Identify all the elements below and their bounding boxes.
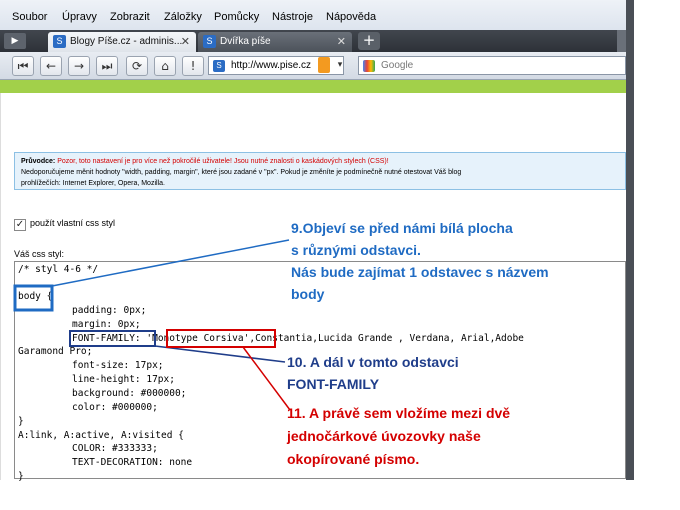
menu-bar: Soubor Úpravy Zobrazit Záložky Pomůcky N… [0,0,626,30]
rss-icon[interactable] [318,57,330,73]
code-line: line-height: 17px; [72,374,175,385]
css-style-label: Váš css styl: [14,249,65,259]
annotation-9-line3: Nás bude zajímat 1 odstavec s názvem [291,264,549,280]
tab-blogy[interactable]: S Blogy Píše.cz - adminis... ✕ [48,32,196,52]
font-name-value: Monotype Corsiva [152,333,244,344]
window-scrollbar[interactable] [626,0,634,480]
annotation-11-line1: 11. A právě sem vložíme mezi dvě [287,405,511,421]
code-line: font-size: 17px; [72,360,164,371]
menu-bookmarks[interactable]: Záložky [164,11,202,23]
menu-file[interactable]: Soubor [12,11,47,23]
info-icon[interactable]: ! [182,56,204,76]
warning-title: Průvodce: [21,158,56,165]
menu-edit[interactable]: Úpravy [62,11,97,23]
annotation-9-line2: s různými odstavci. [291,242,421,258]
warning-line-2: Nedoporučujeme měnit hodnoty "width, pad… [21,169,462,176]
search-placeholder: Google [381,60,414,71]
code-line: TEXT-DECORATION: none [72,457,193,468]
annotation-10-line1: 10. A dál v tomto odstavci [287,354,459,370]
menu-help[interactable]: Nápověda [326,11,376,23]
code-line: Garamond Pro; [18,346,93,357]
guide-warning-box: Průvodce: Pozor, toto nastavení je pro v… [14,152,626,190]
code-line: COLOR: #333333; [72,443,158,454]
last-page-icon[interactable]: ⏭ [96,56,118,76]
code-line: color: #000000; [72,402,158,413]
warning-line-3: prohlížečích: Internet Explorer, Opera, … [21,180,165,187]
tab-bar: ▶ S Blogy Píše.cz - adminis... ✕ S Dvířk… [0,30,626,52]
close-icon[interactable]: ✕ [181,35,190,48]
google-icon [363,60,375,72]
tab-dvirka[interactable]: S Dvířka píše ✕ [198,32,352,52]
code-line: background: #000000; [72,388,187,399]
forward-icon[interactable]: → [68,56,90,76]
annotation-10-line2: FONT-FAMILY [287,376,380,392]
annotation-11-line3: okopírované písmo. [287,451,420,467]
first-page-icon[interactable]: ⏮ [12,56,34,76]
annotation-11-line2: jednočárkové úvozovky naše [287,428,481,444]
reload-icon[interactable]: ⟳ [126,56,148,76]
chevron-down-icon[interactable]: ▾ [334,57,346,73]
code-line: A:link, A:active, A:visited { [18,430,184,441]
menu-view[interactable]: Zobrazit [110,11,150,23]
new-tab-button[interactable]: + [358,32,380,50]
code-line: /* styl 4-6 */ [18,264,99,275]
back-icon[interactable]: ← [40,56,62,76]
site-favicon-icon: S [53,35,66,48]
custom-css-label: použít vlastní css styl [30,218,116,228]
annotation-9-line1: 9.Objeví se před námi bílá plocha [291,220,513,236]
menu-tools-pomucky[interactable]: Pomůcky [214,11,259,23]
close-icon[interactable]: ✕ [337,35,346,48]
url-text: http://www.pise.cz [231,60,312,71]
home-icon[interactable]: ⌂ [154,56,176,76]
code-line: padding: 0px; [72,305,147,316]
code-line: } [18,471,24,482]
font-family-property: FONT-FAMILY: [72,333,141,344]
search-input[interactable]: Google [358,56,626,75]
tab-label: Blogy Píše.cz - adminis... [70,36,183,47]
font-family-rest: ',Constantia,Lucida Grande , Verdana, Ar… [243,333,524,344]
annotation-9-line4: body [291,286,325,302]
tab-label: Dvířka píše [220,36,271,47]
custom-css-checkbox[interactable]: ✓ [14,219,26,231]
code-line: FONT-FAMILY: 'Monotype Corsiva',Constant… [72,333,524,344]
warning-red-text: Pozor, toto nastavení je pro více než po… [57,158,389,165]
code-line: margin: 0px; [72,319,141,330]
menu-tools[interactable]: Nástroje [272,11,313,23]
tab-scroll-icon[interactable] [617,30,626,52]
site-favicon-icon: S [213,60,225,72]
site-favicon-icon: S [203,35,216,48]
tab-list-icon[interactable]: ▶ [4,33,26,49]
code-line: } [18,416,24,427]
site-header-strip [0,80,626,93]
code-line: body { [18,291,53,302]
